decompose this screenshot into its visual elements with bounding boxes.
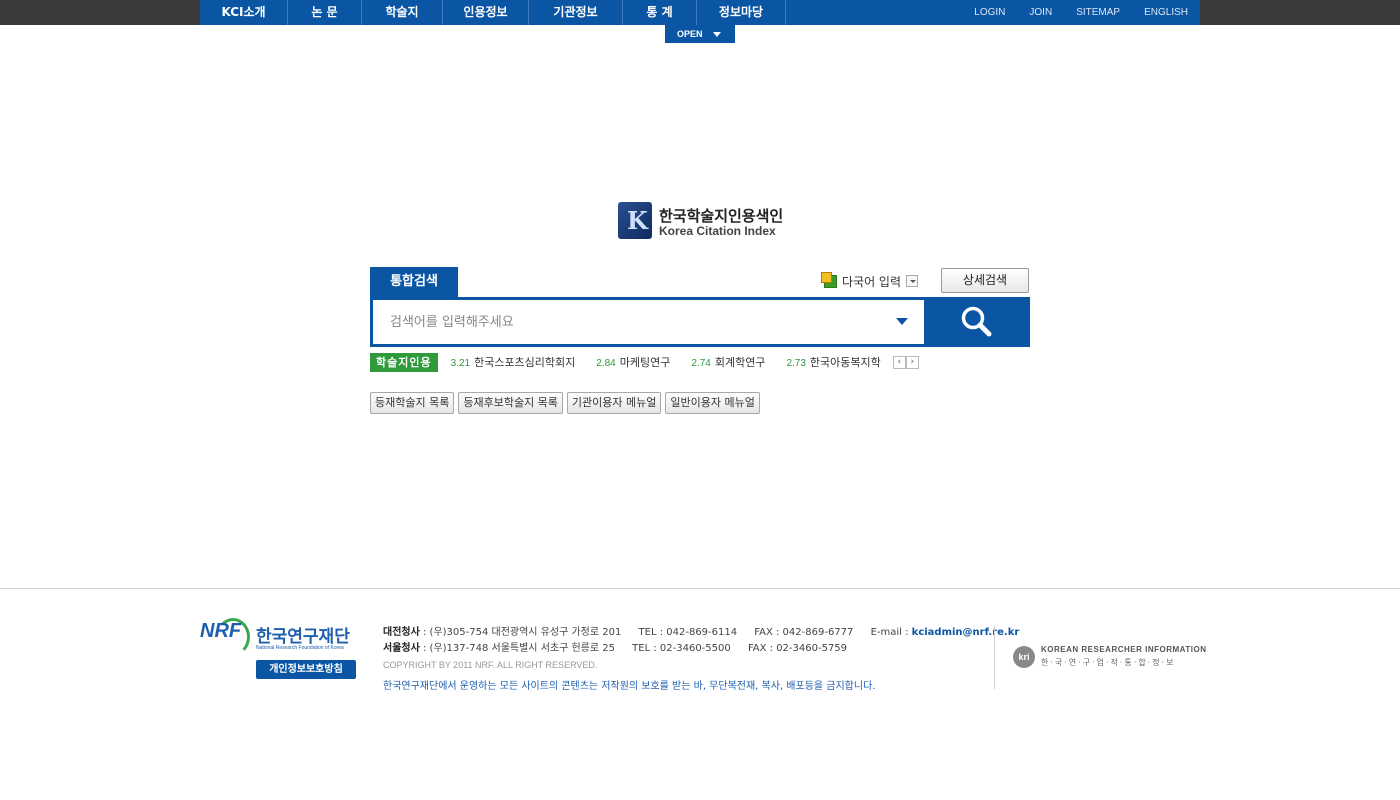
tab-integrated-search[interactable]: 통합검색	[370, 267, 458, 297]
nav-item-citation[interactable]: 인용정보	[443, 0, 529, 25]
footer-vertical-divider	[994, 626, 995, 689]
kri-korean-text: 한·국·연·구·업·적·통·합·정·보	[1041, 658, 1176, 667]
top-bar-inner: KCI소개 논 문 학술지 인용정보 기관정보 통 계 정보마당 LOGIN J…	[200, 0, 1200, 25]
kri-english-text: KOREAN RESEARCHER INFORMATION	[1041, 645, 1207, 654]
nav-item-kci-intro[interactable]: KCI소개	[200, 0, 288, 25]
logo-korean-text: 한국학술지인용색인	[659, 207, 784, 225]
join-link[interactable]: JOIN	[1017, 0, 1064, 25]
sitemap-link[interactable]: SITEMAP	[1064, 0, 1132, 25]
multilang-label: 다국어 입력	[842, 274, 902, 289]
footer-daejeon-row: 대전청사 : (우)305-754 대전광역시 유성구 가정로 201 TEL …	[383, 625, 1019, 641]
nrf-logo[interactable]: NRF 한국연구재단 National Research Foundation …	[200, 618, 360, 660]
quick-links: 등재학술지 목록 등재후보학술지 목록 기관이용자 메뉴얼 일반이용자 메뉴얼	[370, 392, 760, 414]
kri-logo[interactable]: kri KOREAN RESEARCHER INFORMATION 한·국·연·…	[1013, 645, 1207, 673]
nav-item-statistics[interactable]: 통 계	[623, 0, 697, 25]
search-icon	[961, 306, 992, 337]
logo-english-text: Korea Citation Index	[659, 224, 776, 238]
ticker-label: 학술지인용	[370, 352, 438, 372]
footer-seoul-row: 서울청사 : (우)137-748 서울특별시 서초구 헌릉로 25 TEL :…	[383, 641, 1019, 657]
login-link[interactable]: LOGIN	[962, 0, 1017, 25]
ticker-item[interactable]: 2.84 마케팅연구	[596, 354, 670, 370]
daejeon-address: : (우)305-754 대전광역시 유성구 가정로 201	[423, 627, 622, 638]
journal-citation-ticker: 학술지인용 3.21 한국스포츠심리학회지 2.84 마케팅연구 2.74 회계학연구…	[370, 352, 919, 372]
privacy-policy-button[interactable]: 개인정보보호방침	[256, 660, 356, 679]
institution-manual-button[interactable]: 기관이용자 메뉴얼	[566, 392, 662, 414]
search-dropdown-icon[interactable]	[896, 318, 908, 325]
ticker-items: 3.21 한국스포츠심리학회지 2.84 마케팅연구 2.74 회계학연구 2.73 한…	[451, 354, 902, 370]
seoul-fax: FAX : 02-3460-5759	[747, 643, 848, 654]
advanced-search-button[interactable]: 상세검색	[941, 268, 1029, 293]
seoul-tel: TEL : 02-3460-5500	[632, 643, 731, 654]
footer-divider	[0, 588, 1400, 589]
main-nav: KCI소개 논 문 학술지 인용정보 기관정보 통 계 정보마당	[200, 0, 786, 25]
search-button[interactable]	[925, 297, 1030, 347]
english-link[interactable]: ENGLISH	[1132, 0, 1200, 25]
ticker-score: 2.73	[786, 358, 806, 369]
top-bar: KCI소개 논 문 학술지 인용정보 기관정보 통 계 정보마당 LOGIN J…	[0, 0, 1400, 25]
kri-mark: kri	[1013, 646, 1035, 668]
kci-logo-icon: K	[618, 202, 652, 239]
daejeon-label: 대전청사	[383, 627, 420, 638]
seoul-label: 서울청사	[383, 643, 420, 654]
general-manual-button[interactable]: 일반이용자 메뉴얼	[665, 392, 760, 414]
nav-item-info-plaza[interactable]: 정보마당	[697, 0, 786, 25]
ticker-score: 2.74	[691, 358, 711, 369]
copyright-text: COPYRIGHT BY 2011 NRF. ALL RIGHT RESERVE…	[383, 660, 598, 670]
search-input[interactable]	[373, 300, 924, 344]
util-nav: LOGIN JOIN SITEMAP ENGLISH	[962, 0, 1200, 25]
ticker-journal-name: 마케팅연구	[619, 356, 671, 369]
keyboard-icon	[821, 271, 837, 288]
footer-contact-info: 대전청사 : (우)305-754 대전광역시 유성구 가정로 201 TEL …	[383, 625, 1019, 657]
seoul-address: : (우)137-748 서울특별시 서초구 헌릉로 25	[423, 643, 615, 654]
ticker-journal-name: 한국스포츠심리학회지	[474, 356, 576, 369]
ticker-item[interactable]: 3.21 한국스포츠심리학회지	[451, 354, 576, 370]
daejeon-fax: FAX : 042-869-6777	[754, 627, 854, 638]
chevron-down-icon	[713, 32, 721, 37]
ticker-journal-name: 한국아동복지학	[809, 356, 881, 369]
ticker-nav: ‹ ›	[892, 355, 919, 369]
nav-item-journals[interactable]: 학술지	[362, 0, 443, 25]
chevron-left-icon[interactable]: ‹	[892, 355, 906, 369]
nrf-korean-text: 한국연구재단	[256, 627, 350, 647]
ticker-score: 3.21	[450, 358, 471, 369]
candidate-journals-button[interactable]: 등재후보학술지 목록	[458, 392, 563, 414]
multilang-input-toggle[interactable]: 다국어 입력	[821, 271, 919, 290]
email-label: E-mail :	[870, 627, 909, 638]
chevron-down-icon	[906, 275, 919, 287]
ticker-score: 2.84	[596, 358, 616, 369]
nrf-mark: NRF	[200, 620, 242, 642]
daejeon-tel: TEL : 042-869-6114	[638, 627, 738, 638]
kci-logo[interactable]: K 한국학술지인용색인 Korea Citation Index	[618, 202, 788, 242]
nav-item-papers[interactable]: 논 문	[288, 0, 362, 25]
copyright-notice: 한국연구재단에서 운영하는 모든 사이트의 콘텐츠는 저작원의 보호를 받는 바…	[383, 681, 876, 692]
ticker-item[interactable]: 2.73 한국아동복지학	[786, 354, 880, 370]
nrf-english-text: National Research Foundation of Korea	[256, 645, 344, 651]
open-menu-label: OPEN	[677, 29, 703, 39]
chevron-right-icon[interactable]: ›	[905, 355, 919, 369]
nav-item-institution[interactable]: 기관정보	[529, 0, 623, 25]
ticker-journal-name: 회계학연구	[714, 356, 766, 369]
registered-journals-button[interactable]: 등재학술지 목록	[370, 392, 455, 414]
ticker-item[interactable]: 2.74 회계학연구	[691, 354, 765, 370]
search-box	[370, 297, 1030, 347]
open-menu-button[interactable]: OPEN	[665, 25, 735, 43]
email-link[interactable]: kciadmin@nrf.re.kr	[912, 627, 1020, 638]
